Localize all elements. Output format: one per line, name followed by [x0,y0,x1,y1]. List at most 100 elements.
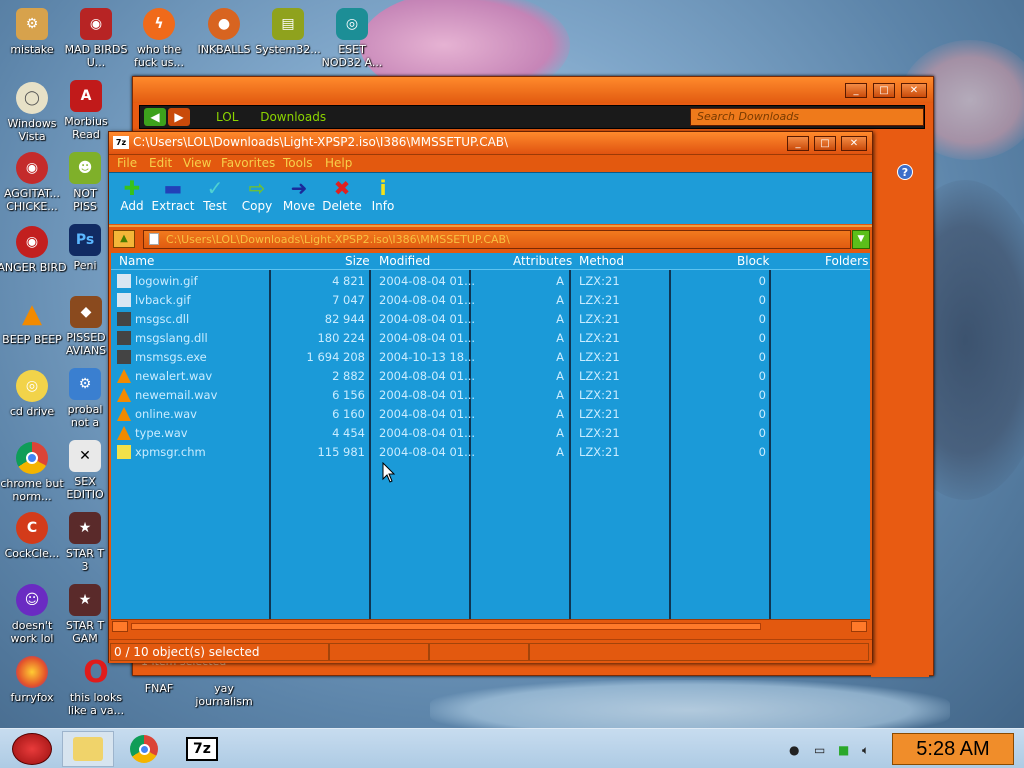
maximize-button[interactable]: □ [814,136,836,151]
info-button[interactable]: i Info [360,177,406,213]
cell-modified: 2004-08-04 01... [379,426,476,440]
taskbar-7zip[interactable]: 7z [176,731,228,767]
desktop-icon-furryfox[interactable]: furryfox [0,656,67,704]
test-button[interactable]: ✓ Test [192,177,238,213]
menu-favorites[interactable]: Favorites [221,156,275,170]
table-row[interactable]: logowin.gif 4 821 2004-08-04 01... A LZX:21 0 [111,272,870,291]
minimize-button[interactable]: _ [845,83,867,98]
notification-dot-icon[interactable]: ● [789,743,799,757]
extract-button[interactable]: ▬ Extract [150,177,196,213]
title-bar[interactable] [133,77,933,103]
up-folder-icon[interactable]: ▲ [113,230,135,248]
menu-edit[interactable]: Edit [149,156,172,170]
desktop-icon-eset[interactable]: ◎ ESET NOD32 A... [317,8,387,69]
delete-button[interactable]: ✖ Delete [319,177,365,213]
desktop-icon-aggitat[interactable]: ◉ AGGITAT... CHICKE... [0,152,67,213]
desktop-icon-mistake[interactable]: ⚙ mistake [0,8,67,56]
menu-view[interactable]: View [183,156,211,170]
menu-help[interactable]: Help [325,156,352,170]
desktop-icon-system32[interactable]: ▤ System32... [253,8,323,56]
search-input[interactable]: Search Downloads [690,108,924,126]
taskbar-chrome[interactable] [118,731,170,767]
breadcrumb[interactable]: LOL Downloads [216,108,656,126]
scroll-thumb[interactable] [131,623,761,630]
desktop-icon-anger-bird[interactable]: ◉ ANGER BIRD [0,226,67,274]
help-icon[interactable]: ? [897,164,913,180]
scroll-right-button[interactable] [851,621,867,632]
table-row[interactable]: newalert.wav 2 882 2004-08-04 01... A LZX:21… [111,367,870,386]
desktop-icon-yay-journalism[interactable]: yay journalism [189,682,259,708]
desktop-icon-not-piss[interactable]: ☻ NOT PISS [61,152,109,213]
desktop-icon-pissed-avians[interactable]: ◆ PISSED AVIANS [61,296,111,357]
table-row[interactable]: type.wav 4 454 2004-08-04 01... A LZX:21 0 [111,424,870,443]
column-size[interactable]: Size [345,254,370,268]
table-row[interactable]: msgsc.dll 82 944 2004-08-04 01... A LZX:21 0 [111,310,870,329]
column-folders[interactable]: Folders [825,254,868,268]
column-method[interactable]: Method [579,254,624,268]
desktop-icon-morbius[interactable]: A Morbius Read [61,80,111,141]
copy-button[interactable]: ⇨ Copy [234,177,280,213]
move-button[interactable]: ➜ Move [276,177,322,213]
volume-icon[interactable]: 🔈︎ [862,743,869,758]
menu-file[interactable]: File [117,156,137,170]
close-button[interactable]: ✕ [901,83,927,98]
chevron-down-icon[interactable]: ▼ [852,230,870,249]
column-name[interactable]: Name [119,254,154,268]
breadcrumb-item[interactable]: Downloads [260,110,326,124]
close-button[interactable]: ✕ [841,136,867,151]
desktop-icon-label: furryfox [10,691,54,704]
desktop-icon-cockcle[interactable]: C CockCle... [0,512,67,560]
file-wav-icon [117,426,131,440]
table-row[interactable]: online.wav 6 160 2004-08-04 01... A LZX:21 0 [111,405,870,424]
column-attributes[interactable]: Attributes [513,254,572,268]
back-arrow-icon[interactable]: ◀ [144,108,166,126]
status-cell [429,643,529,661]
taskbar-explorer[interactable] [62,731,114,767]
minimize-button[interactable]: _ [787,136,809,151]
desktop-icon-cd-drive[interactable]: ◎ cd drive [0,370,67,418]
horizontal-scrollbar[interactable] [111,619,870,633]
table-row[interactable]: msmsgs.exe 1 694 208 2004-10-13 18... A LZX:… [111,348,870,367]
scroll-left-button[interactable] [112,621,128,632]
desktop-icon-who-the[interactable]: ϟ who the fuck us... [124,8,194,69]
cell-name: logowin.gif [135,274,198,288]
table-row[interactable]: msgslang.dll 180 224 2004-08-04 01... A LZX:… [111,329,870,348]
desktop-icon-star-t-3[interactable]: ★ STAR T 3 [61,512,109,573]
taskbar: 7z ● ▭ ■ 🔈︎ 5:28 AM [0,728,1024,768]
maximize-button[interactable]: □ [873,83,895,98]
file-list[interactable]: Name Size Modified Attributes Method Blo… [111,253,870,619]
clock[interactable]: 5:28 AM [892,733,1014,765]
cell-block: 0 [758,274,766,288]
desktop-icon-beep-beep[interactable]: ▲ BEEP BEEP [0,298,67,347]
desktop-icon-peni[interactable]: Ps Peni [61,224,109,272]
desktop-icon-fnaf[interactable]: FNAF [124,682,194,695]
x-icon: ✕ [69,440,101,472]
desktop-icon-star-t-gam[interactable]: ★ STAR T GAM [61,584,109,645]
desktop-icon-chrome[interactable]: chrome but norm... [0,442,67,503]
menu-tools[interactable]: Tools [283,156,313,170]
desktop-icon-inkballs[interactable]: ● INKBALLS [189,8,259,56]
desktop-icon-mad-birds[interactable]: ◉ MAD BIRDS U... [61,8,131,69]
column-block[interactable]: Block [737,254,769,268]
desktop-icon-sex-editio[interactable]: ✕ SEX EDITIO [61,440,109,501]
mouse-cursor-icon [382,462,396,483]
desktop-icon-doesnt-work[interactable]: ☺ doesn't work lol [0,584,67,645]
start-button[interactable] [4,731,60,767]
table-row[interactable]: newemail.wav 6 156 2004-08-04 01... A LZX:21… [111,386,870,405]
table-row[interactable]: xpmsgr.chm 115 981 2004-08-04 01... A LZX:21… [111,443,870,462]
breadcrumb-item[interactable]: LOL [216,110,238,124]
desktop-icon-this-looks[interactable]: O this looks like a va... [61,656,131,717]
7zip-window[interactable]: 7z C:\Users\LOL\Downloads\Light-XPSP2.is… [108,131,873,663]
cell-block: 0 [758,350,766,364]
network-icon[interactable]: ■ [838,743,849,757]
column-modified[interactable]: Modified [379,254,430,268]
forward-arrow-icon[interactable]: ▶ [168,108,190,126]
address-input[interactable]: C:\Users\LOL\Downloads\Light-XPSP2.iso\I… [143,230,851,249]
title-bar[interactable]: 7z C:\Users\LOL\Downloads\Light-XPSP2.is… [109,132,872,154]
table-row[interactable]: lvback.gif 7 047 2004-08-04 01... A LZX:21 0 [111,291,870,310]
cell-block: 0 [758,369,766,383]
add-button[interactable]: ✚ Add [109,177,155,213]
device-icon[interactable]: ▭ [814,743,825,757]
desktop-icon-windows-vista[interactable]: ◯ Windows Vista [0,82,67,143]
desktop-icon-probal[interactable]: ⚙ probal not a [61,368,109,429]
